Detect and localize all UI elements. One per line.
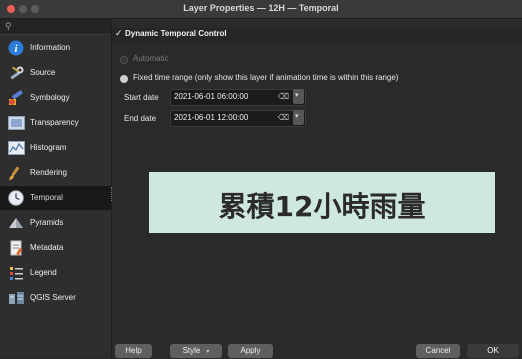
pyramids-icon bbox=[9, 218, 23, 228]
dynamic-temporal-checkbox[interactable]: ✓ bbox=[115, 28, 123, 39]
automatic-radio-label: Automatic bbox=[133, 54, 169, 63]
apply-button[interactable]: Apply bbox=[228, 344, 273, 358]
start-date-label: Start date bbox=[124, 93, 159, 102]
sidebar-item-label: Legend bbox=[30, 268, 57, 277]
dynamic-temporal-title: Dynamic Temporal Control bbox=[125, 29, 227, 38]
sidebar-item-label: Histogram bbox=[30, 143, 67, 152]
start-date-dropdown-button[interactable]: ▾ bbox=[293, 89, 304, 104]
temporal-panel: ✓ Dynamic Temporal Control Automatic Fix… bbox=[112, 19, 522, 339]
sidebar-item-legend[interactable]: Legend bbox=[0, 261, 111, 285]
sidebar-item-label: Source bbox=[30, 68, 56, 77]
chevron-down-icon: ▾ bbox=[295, 113, 299, 120]
sidebar-search: ⚲ bbox=[0, 19, 111, 35]
sidebar-item-source[interactable]: Source bbox=[0, 61, 111, 85]
start-date-value: 2021-06-01 06:00:00 bbox=[174, 92, 249, 101]
ok-button[interactable]: OK bbox=[467, 344, 519, 358]
end-date-dropdown-button[interactable]: ▾ bbox=[293, 110, 304, 125]
caption-banner-text: 累積12小時雨量 bbox=[218, 190, 426, 223]
sidebar-item-label: Transparency bbox=[30, 118, 79, 127]
symbology-paintbrush-icon bbox=[9, 90, 23, 105]
automatic-radio[interactable] bbox=[120, 56, 128, 64]
temporal-clock-icon bbox=[8, 190, 24, 206]
dynamic-temporal-group-header[interactable]: ✓ Dynamic Temporal Control bbox=[112, 28, 522, 42]
search-icon: ⚲ bbox=[5, 21, 12, 31]
sidebar-item-label: Information bbox=[30, 43, 71, 52]
sidebar-item-rendering[interactable]: Rendering bbox=[0, 161, 111, 185]
end-date-field[interactable]: 2021-06-01 12:00:00 ⌫ bbox=[170, 110, 306, 127]
fixed-range-radio[interactable] bbox=[120, 75, 128, 83]
end-date-value: 2021-06-01 12:00:00 bbox=[174, 113, 249, 122]
sidebar-item-histogram[interactable]: Histogram bbox=[0, 136, 111, 160]
transparency-icon bbox=[8, 116, 25, 130]
start-date-field[interactable]: 2021-06-01 06:00:00 ⌫ bbox=[170, 89, 306, 106]
sidebar: ⚲ i Information Source Symbology Transpa… bbox=[0, 19, 112, 358]
metadata-icon bbox=[10, 240, 23, 256]
clear-icon[interactable]: ⌫ bbox=[278, 92, 289, 101]
title-bar: Layer Properties — 12H — Temporal bbox=[0, 0, 522, 19]
sidebar-item-label: Pyramids bbox=[30, 218, 64, 227]
search-input[interactable] bbox=[16, 20, 110, 34]
help-button[interactable]: Help bbox=[115, 344, 152, 358]
window-title: Layer Properties — 12H — Temporal bbox=[183, 3, 339, 13]
rendering-brush-icon bbox=[9, 166, 20, 180]
information-icon: i bbox=[8, 40, 24, 56]
sidebar-item-metadata[interactable]: Metadata bbox=[0, 236, 111, 260]
chevron-down-icon: ▾ bbox=[206, 349, 210, 355]
histogram-icon bbox=[8, 141, 25, 155]
sidebar-item-pyramids[interactable]: Pyramids bbox=[0, 211, 111, 235]
end-date-label: End date bbox=[124, 114, 157, 123]
sidebar-item-label: Temporal bbox=[30, 193, 63, 202]
sidebar-item-symbology[interactable]: Symbology bbox=[0, 86, 111, 110]
legend-icon bbox=[10, 267, 23, 280]
chevron-down-icon: ▾ bbox=[295, 92, 299, 99]
sidebar-item-temporal[interactable]: Temporal bbox=[0, 186, 111, 210]
fixed-range-radio-label: Fixed time range (only show this layer i… bbox=[133, 73, 399, 82]
sidebar-item-label: QGIS Server bbox=[30, 293, 76, 302]
sidebar-item-label: Metadata bbox=[30, 243, 64, 252]
style-button-label: Style bbox=[182, 346, 201, 355]
caption-banner: 累積12小時雨量 bbox=[149, 172, 495, 233]
sidebar-item-transparency[interactable]: Transparency bbox=[0, 111, 111, 135]
source-wrench-icon bbox=[10, 66, 24, 80]
sidebar-item-qgis-server[interactable]: QGIS Server bbox=[0, 286, 111, 310]
sidebar-item-label: Symbology bbox=[30, 93, 70, 102]
clear-icon[interactable]: ⌫ bbox=[278, 113, 289, 122]
sidebar-item-label: Rendering bbox=[30, 168, 67, 177]
qgis-server-icon bbox=[9, 292, 24, 304]
style-button[interactable]: Style ▾ bbox=[170, 344, 222, 358]
button-bar: Help Style ▾ Apply Cancel OK bbox=[112, 339, 522, 358]
sidebar-item-information[interactable]: i Information bbox=[0, 36, 111, 60]
cancel-button[interactable]: Cancel bbox=[416, 344, 460, 358]
